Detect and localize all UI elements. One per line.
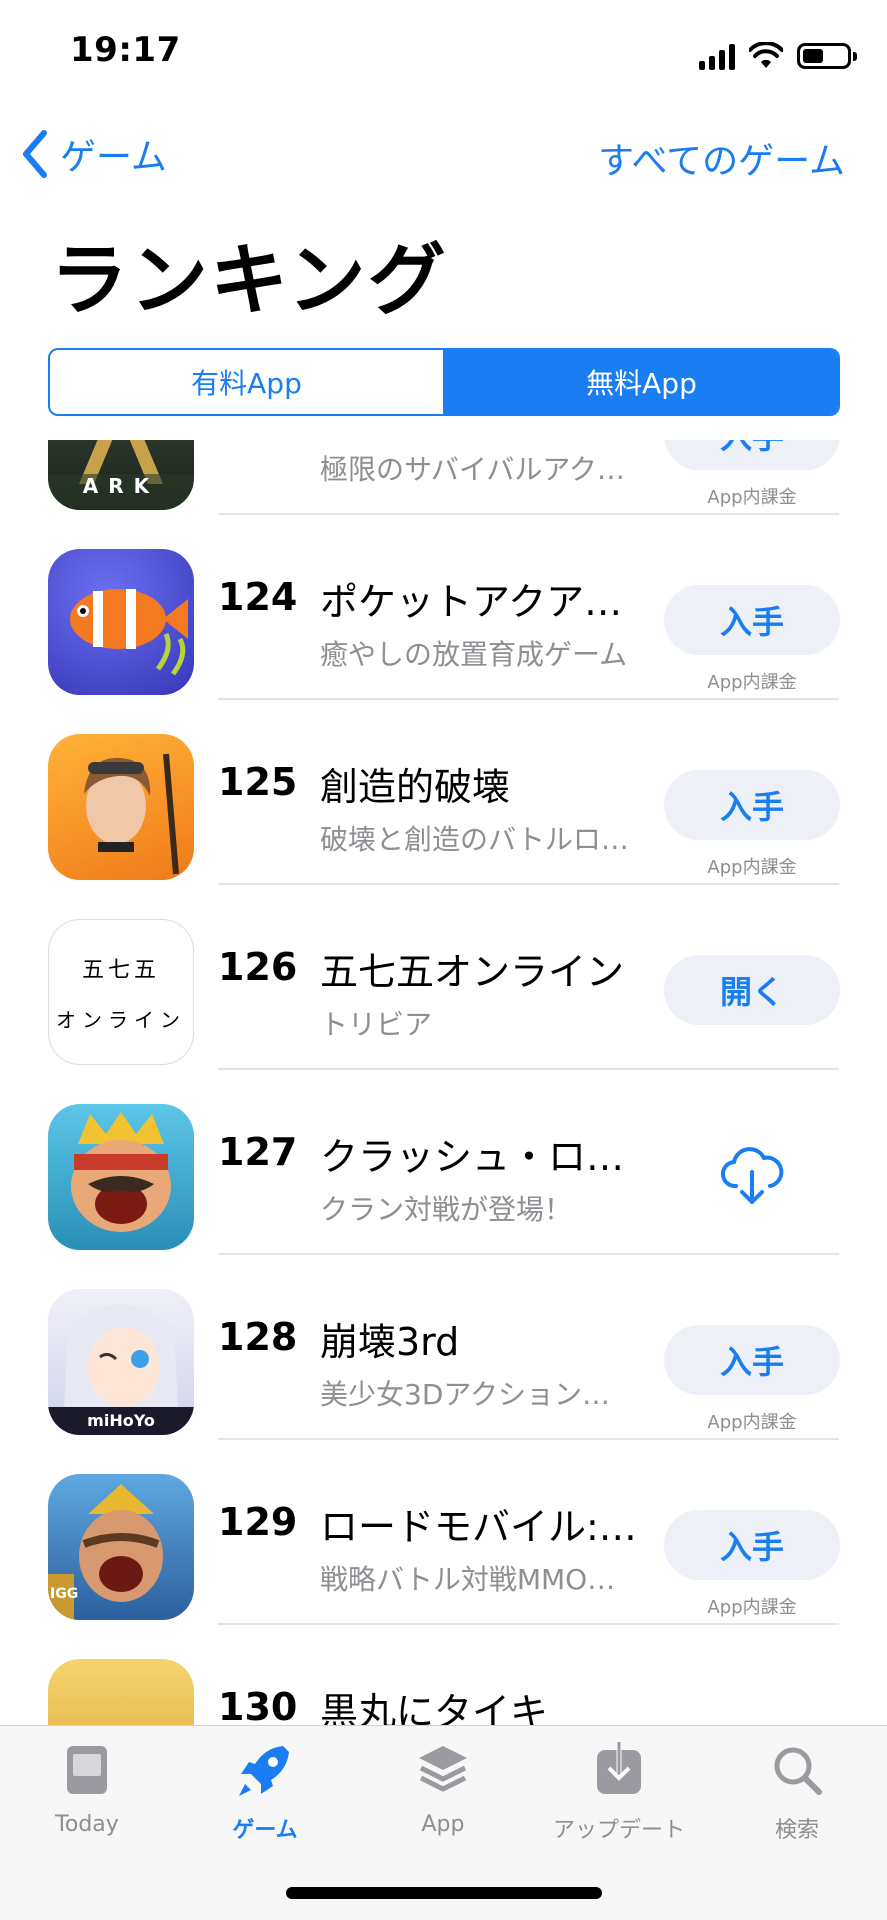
rank-number: 124 xyxy=(218,575,298,619)
back-label: ゲーム xyxy=(60,137,167,178)
app-icon-ark: ARK xyxy=(48,440,194,510)
king-character-icon xyxy=(71,1112,171,1232)
status-icons xyxy=(699,38,857,74)
rank-number: 125 xyxy=(218,760,298,804)
cellular-signal-icon xyxy=(699,42,735,70)
get-button[interactable]: 入手 xyxy=(664,1510,840,1580)
app-name: 創造的破壊 xyxy=(320,765,511,809)
list-item[interactable]: 124 ポケットアクア… 癒やしの放置育成ゲーム 入手 App内課金 xyxy=(0,515,887,700)
in-app-purchase-label: App内課金 xyxy=(707,672,797,693)
today-icon xyxy=(67,1746,107,1794)
in-app-purchase-label: App内課金 xyxy=(707,857,797,878)
chevron-left-icon xyxy=(23,130,47,178)
app-subtitle: 極限のサバイバルアク… xyxy=(320,453,625,486)
tab-updates[interactable]: アップデート xyxy=(534,1740,704,1844)
home-indicator[interactable] xyxy=(286,1887,602,1899)
mihoyo-logo-text: miHoYo xyxy=(87,1411,155,1430)
app-name: クラッシュ・ロ… xyxy=(320,1135,625,1179)
get-button[interactable]: 入手 xyxy=(664,585,840,655)
list-item[interactable]: 130 黒丸にタイキ xyxy=(0,1625,887,1725)
app-subtitle: トリビア xyxy=(320,1008,433,1041)
app-icon-clash-royale xyxy=(48,1104,194,1250)
list-item[interactable]: 125 創造的破壊 破壊と創造のバトルロ… 入手 App内課金 xyxy=(0,700,887,885)
rank-number: 128 xyxy=(218,1315,298,1359)
ranking-list: ARK 極限のサバイバルアク… 入手 App内課金 124 ポケットアクア… xyxy=(0,440,887,1725)
get-button[interactable]: 入手 xyxy=(664,1325,840,1395)
app-name: ロードモバイル:… xyxy=(320,1505,637,1549)
app-name: 黒丸にタイキ xyxy=(320,1690,549,1725)
tab-label: ゲーム xyxy=(232,1818,298,1843)
app-store-screen: 19:17 ゲーム すべてのゲーム ランキング 有料App 無料App ARK … xyxy=(0,0,887,1920)
igg-logo-text: IGG xyxy=(50,1586,79,1602)
stack-layers-icon xyxy=(419,1746,467,1792)
back-button[interactable]: ゲーム xyxy=(18,128,167,180)
clownfish-icon xyxy=(70,589,188,676)
list-item[interactable]: ARK 極限のサバイバルアク… 入手 App内課金 xyxy=(0,440,887,515)
list-item[interactable]: 127 クラッシュ・ロ… クラン対戦が登場！ xyxy=(0,1070,887,1255)
app-icon-gosichigo-online: 五七五 オンライン xyxy=(48,919,194,1065)
app-name: 崩壊3rd xyxy=(320,1320,460,1364)
app-icon-partial xyxy=(48,1659,194,1725)
cloud-download-icon[interactable] xyxy=(718,1142,786,1210)
tab-apps[interactable]: App xyxy=(378,1740,508,1837)
search-icon xyxy=(774,1747,822,1795)
rank-number: 129 xyxy=(218,1500,298,1544)
download-tray-icon xyxy=(597,1742,641,1794)
price-segmented-control: 有料App 無料App xyxy=(48,348,840,416)
all-games-link[interactable]: すべてのゲーム xyxy=(598,132,845,184)
rank-number: 130 xyxy=(218,1685,298,1725)
tab-label: アップデート xyxy=(552,1818,685,1843)
list-item[interactable]: 五七五 オンライン 126 五七五オンライン トリビア 開く xyxy=(0,885,887,1070)
segment-free[interactable]: 無料App xyxy=(443,350,838,414)
status-time: 19:17 xyxy=(70,30,181,70)
list-item[interactable]: miHoYo 128 崩壊3rd 美少女3Dアクション… 入手 App内課金 xyxy=(0,1255,887,1440)
ark-icon-text: ARK xyxy=(82,474,160,498)
icon-text-bottom: オンライン xyxy=(56,1008,186,1032)
open-button[interactable]: 開く xyxy=(664,955,840,1025)
battery-icon xyxy=(797,43,857,69)
rank-number: 127 xyxy=(218,1130,298,1174)
segment-paid[interactable]: 有料App xyxy=(50,350,443,414)
character-portrait-icon xyxy=(84,753,179,875)
app-subtitle: 戦略バトル対戦MMO… xyxy=(320,1563,616,1596)
tab-games[interactable]: ゲーム xyxy=(200,1740,330,1844)
page-title: ランキング xyxy=(50,236,448,326)
app-subtitle: 破壊と創造のバトルロ… xyxy=(320,823,629,856)
app-subtitle: クラン対戦が登場！ xyxy=(320,1193,573,1226)
icon-text-top: 五七五 xyxy=(81,958,160,983)
app-icon-lords-mobile: IGG xyxy=(48,1474,194,1620)
tab-label: App xyxy=(421,1812,465,1837)
rank-number: 126 xyxy=(218,945,298,989)
wifi-icon xyxy=(749,42,783,68)
rocket-icon xyxy=(239,1746,289,1796)
app-subtitle: 美少女3Dアクション… xyxy=(320,1378,610,1411)
app-name: 五七五オンライン xyxy=(320,950,625,994)
in-app-purchase-label: App内課金 xyxy=(707,1597,797,1618)
tab-today[interactable]: Today xyxy=(22,1740,152,1837)
app-icon-creative-destruction xyxy=(48,734,194,880)
tab-search[interactable]: 検索 xyxy=(732,1740,862,1844)
app-subtitle: 癒やしの放置育成ゲーム xyxy=(320,638,628,671)
status-bar: 19:17 xyxy=(0,0,887,110)
app-name: ポケットアクア… xyxy=(320,580,623,624)
list-item[interactable]: IGG 129 ロードモバイル:… 戦略バトル対戦MMO… 入手 App内課金 xyxy=(0,1440,887,1625)
in-app-purchase-label: App内課金 xyxy=(707,1412,797,1433)
app-icon-pocket-aqua xyxy=(48,549,194,695)
get-button[interactable]: 入手 xyxy=(664,440,840,470)
tab-label: 検索 xyxy=(774,1818,819,1843)
app-icon-honkai-3rd: miHoYo xyxy=(48,1289,194,1435)
tab-label: Today xyxy=(55,1812,119,1837)
in-app-purchase-label: App内課金 xyxy=(707,487,797,508)
get-button[interactable]: 入手 xyxy=(664,770,840,840)
